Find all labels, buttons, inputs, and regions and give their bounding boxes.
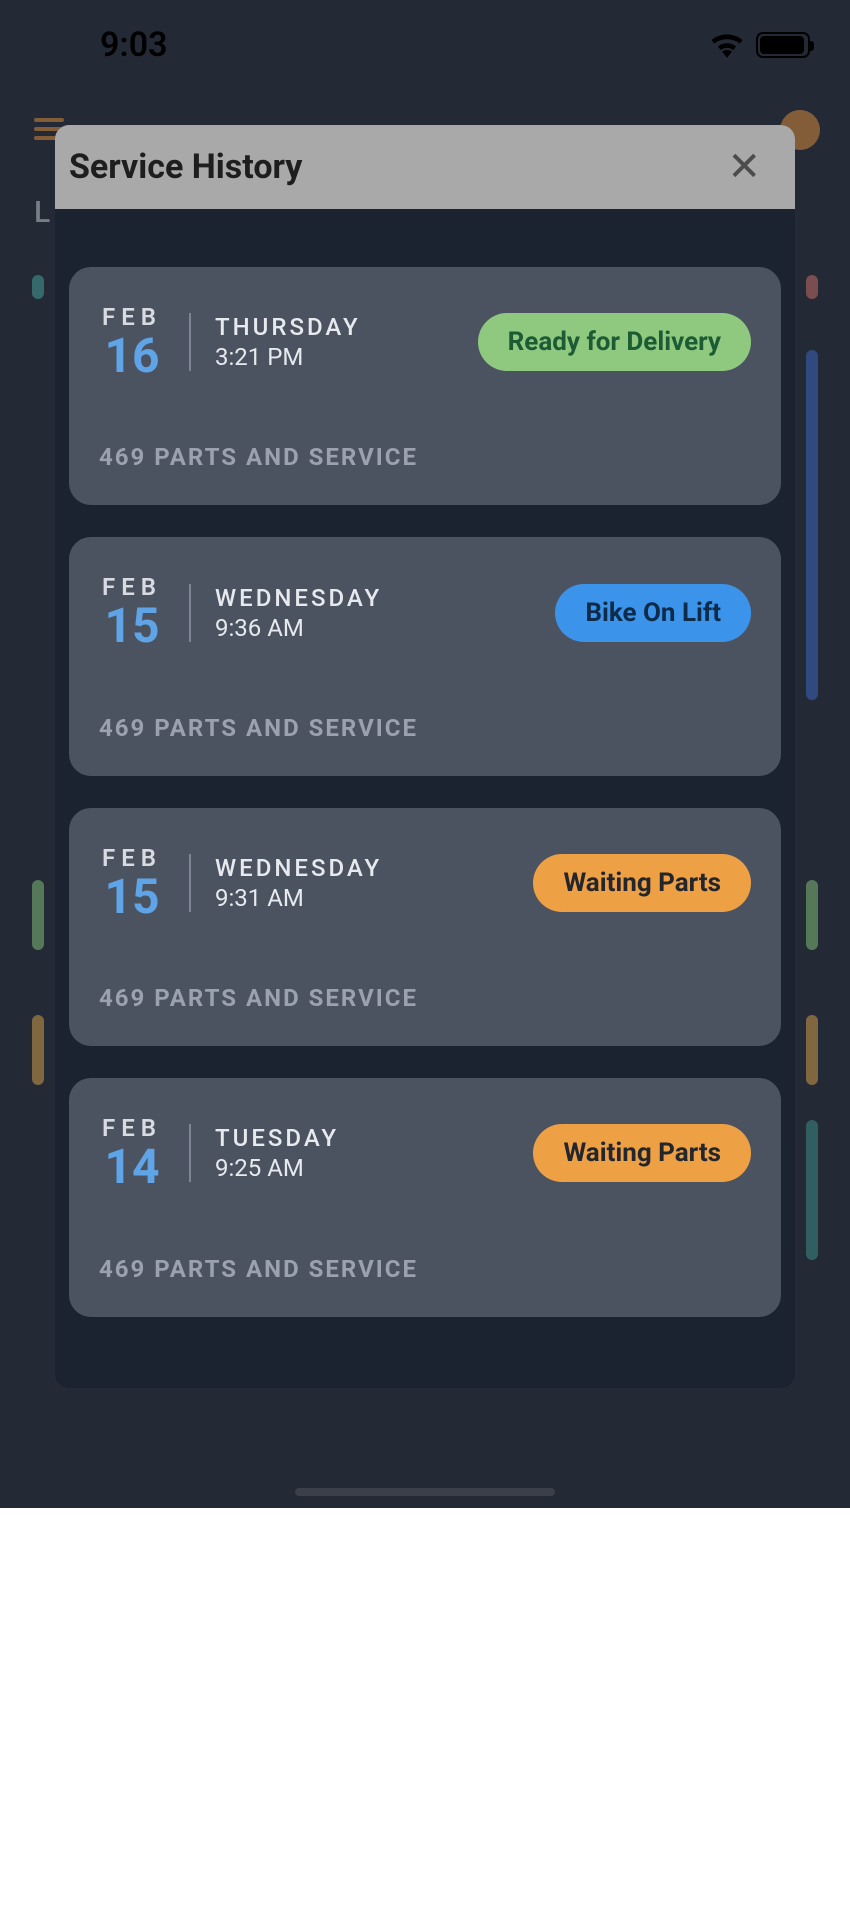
day-number: 15 [99,872,165,922]
date-block: FEB16 [99,303,165,381]
status-badge: Waiting Parts [533,854,751,912]
entry-top: FEB15 WEDNESDAY9:31 AM Waiting Parts [99,844,751,922]
modal-title: Service History [69,147,302,187]
bg-stripe [32,275,44,299]
status-time: 9:03 [100,25,168,65]
datetime-column: WEDNESDAY9:31 AM [215,854,382,912]
battery-icon [756,32,810,58]
day-number: 15 [99,601,165,651]
close-button[interactable]: ✕ [721,141,767,193]
status-bar: 9:03 [0,0,850,90]
bg-stripe [806,1015,818,1085]
service-entry[interactable]: FEB14 TUESDAY9:25 AM Waiting Parts 469 PART… [69,1078,781,1316]
service-entry[interactable]: FEB16 THURSDAY3:21 PM Ready for Delivery 46… [69,267,781,505]
close-icon: ✕ [727,143,761,190]
day-number: 14 [99,1142,165,1192]
status-badge: Ready for Delivery [478,313,751,371]
modal-header: Service History ✕ [55,125,795,209]
entry-top: FEB15 WEDNESDAY9:36 AM Bike On Lift [99,573,751,651]
app-screen: L 9:03 Service History ✕ FEB16 THURSDAY3:… [0,0,850,1508]
service-entry[interactable]: FEB15 WEDNESDAY9:31 AM Waiting Parts 469 PA… [69,808,781,1046]
weekday-label: WEDNESDAY [215,854,382,882]
divider [189,313,191,371]
datetime-column: TUESDAY9:25 AM [215,1124,339,1182]
date-block: FEB14 [99,1114,165,1192]
service-entry[interactable]: FEB15 WEDNESDAY9:36 AM Bike On Lift 469 PAR… [69,537,781,775]
weekday-label: WEDNESDAY [215,584,382,612]
bg-stripe [806,350,818,700]
datetime-column: THURSDAY3:21 PM [215,313,361,371]
status-indicators [710,32,810,58]
entry-top: FEB16 THURSDAY3:21 PM Ready for Delivery [99,303,751,381]
date-block: FEB15 [99,844,165,922]
bg-stripe [32,1015,44,1085]
bg-stripe [806,1120,818,1260]
home-indicator[interactable] [295,1488,555,1496]
shop-name: 469 PARTS AND SERVICE [99,443,751,471]
day-number: 16 [99,331,165,381]
time-label: 3:21 PM [215,343,361,371]
bg-text: L [34,195,50,230]
entry-top: FEB14 TUESDAY9:25 AM Waiting Parts [99,1114,751,1192]
status-badge: Bike On Lift [555,584,751,642]
service-history-modal: Service History ✕ FEB16 THURSDAY3:21 PM Re… [55,125,795,1388]
divider [189,1124,191,1182]
weekday-label: THURSDAY [215,313,361,341]
divider [189,854,191,912]
bg-stripe [806,880,818,950]
time-label: 9:25 AM [215,1154,339,1182]
shop-name: 469 PARTS AND SERVICE [99,1255,751,1283]
time-label: 9:31 AM [215,884,382,912]
wifi-icon [710,32,744,58]
time-label: 9:36 AM [215,614,382,642]
datetime-column: WEDNESDAY9:36 AM [215,584,382,642]
divider [189,584,191,642]
bg-stripe [806,275,818,299]
bg-stripe [32,880,44,950]
date-block: FEB15 [99,573,165,651]
status-badge: Waiting Parts [533,1124,751,1182]
shop-name: 469 PARTS AND SERVICE [99,984,751,1012]
weekday-label: TUESDAY [215,1124,339,1152]
modal-body[interactable]: FEB16 THURSDAY3:21 PM Ready for Delivery 46… [55,209,795,1388]
shop-name: 469 PARTS AND SERVICE [99,714,751,742]
